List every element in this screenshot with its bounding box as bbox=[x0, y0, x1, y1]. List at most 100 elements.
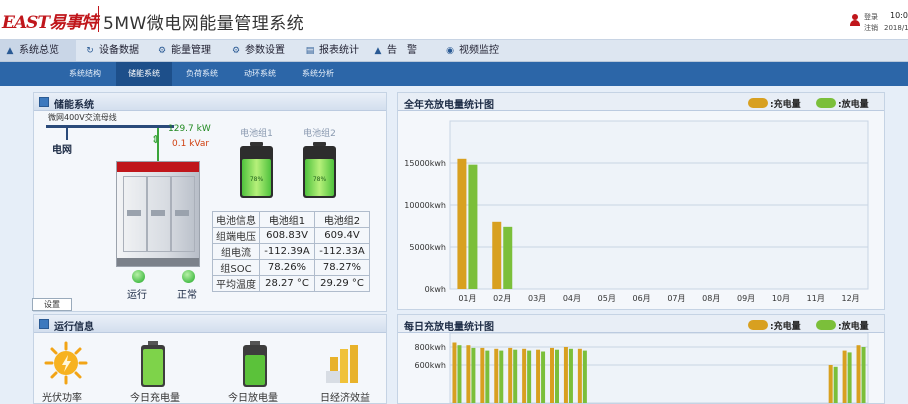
menu-energy-management[interactable]: ⚙ 能量管理 bbox=[152, 40, 228, 61]
home-icon: ▲ bbox=[6, 46, 14, 56]
table-cell: 609.4V bbox=[314, 227, 370, 244]
subnav-system-structure[interactable]: 系统结构 bbox=[56, 62, 114, 86]
menu-parameter-settings[interactable]: ⚙ 参数设置 bbox=[226, 40, 306, 61]
today-discharge-label: 今日放电量 bbox=[228, 393, 278, 404]
subnav-environment-system[interactable]: 动环系统 bbox=[232, 62, 288, 86]
bar-discharge bbox=[541, 351, 546, 403]
bar-discharge bbox=[471, 347, 476, 403]
x-tick-label: 12月 bbox=[841, 294, 859, 303]
table-cell: 608.83V bbox=[259, 227, 315, 244]
battery-icon bbox=[141, 341, 165, 387]
bar-charge bbox=[494, 348, 499, 403]
x-tick-label: 04月 bbox=[563, 294, 581, 303]
bar-discharge bbox=[833, 366, 838, 403]
table-row: 组端电压 608.83V 609.4V bbox=[212, 227, 370, 244]
bar-discharge bbox=[555, 349, 559, 403]
battery-name: 电池组1 bbox=[240, 129, 273, 139]
table-cell: 组端电压 bbox=[212, 227, 260, 244]
bar-charge bbox=[856, 345, 861, 403]
daily-chart-panel: 每日充放电量统计图 :充电量 :放电量 600kwh 800kwh bbox=[397, 314, 885, 404]
table-cell: -112.39A bbox=[259, 243, 315, 260]
title-bar: EAST易事特 5MW微电网能量管理系统 登录 注销 10:0 2018/1 bbox=[0, 0, 908, 40]
subnav-system-analysis[interactable]: 系统分析 bbox=[290, 62, 346, 86]
bar-discharge bbox=[568, 348, 573, 403]
table-cell: 78.27% bbox=[314, 259, 370, 276]
alarm-icon: ▲ bbox=[374, 46, 382, 56]
bar-charge bbox=[457, 158, 467, 289]
pv-power-label: 光伏功率 bbox=[42, 393, 82, 404]
bar-discharge bbox=[503, 226, 513, 289]
bar-charge bbox=[536, 349, 541, 403]
x-tick-label: 10月 bbox=[772, 294, 790, 303]
table-row: 平均温度 28.27 °C 29.29 °C bbox=[212, 275, 370, 292]
battery-percent: 78% bbox=[312, 176, 327, 183]
plot-area bbox=[449, 333, 869, 403]
table-cell: 28.27 °C bbox=[259, 275, 315, 292]
x-tick-label: 03月 bbox=[528, 294, 546, 303]
bar-charge bbox=[563, 347, 568, 403]
y-tick-label: 5000kwh bbox=[409, 243, 446, 252]
app-title: 5MW微电网能量管理系统 bbox=[103, 14, 305, 34]
pcs-cabinet-image bbox=[116, 161, 200, 267]
battery-group-1: 电池组1 78% bbox=[240, 129, 273, 198]
y-tick-label: 10000kwh bbox=[404, 201, 446, 210]
chart-title: 全年充放电量统计图 bbox=[404, 100, 494, 111]
battery-percent: 78% bbox=[249, 176, 264, 183]
login-link[interactable]: 登录 bbox=[864, 12, 878, 22]
menu-video-monitoring[interactable]: ◉ 视频监控 bbox=[440, 40, 520, 61]
x-tick-label: 02月 bbox=[493, 294, 511, 303]
legend-discharge: :放电量 bbox=[816, 97, 869, 110]
legend-charge: :充电量 bbox=[748, 97, 801, 110]
daily-benefit-label: 日经济效益 bbox=[320, 393, 370, 404]
x-tick-label: 05月 bbox=[598, 294, 616, 303]
table-header-cell: 电池组2 bbox=[314, 211, 370, 228]
annual-chart-panel: 全年充放电量统计图 :充电量 :放电量 0kwh 5000kwh 10000kwh 1… bbox=[397, 92, 885, 310]
run-info-panel: 运行信息 光伏功率 今日充电量 今日放电量 日经济效益 bbox=[33, 314, 387, 404]
clock-time: 10:0 bbox=[890, 11, 908, 20]
running-status-led bbox=[132, 270, 145, 283]
chart-title: 每日充放电量统计图 bbox=[404, 322, 494, 333]
bar-discharge bbox=[468, 164, 478, 289]
bar-charge bbox=[492, 221, 502, 289]
grid-connection-line bbox=[66, 128, 68, 140]
logo-divider bbox=[98, 6, 99, 32]
table-cell: -112.33A bbox=[314, 243, 370, 260]
battery-icon bbox=[243, 341, 267, 387]
bar-charge bbox=[480, 347, 485, 403]
logout-link[interactable]: 注销 bbox=[864, 23, 878, 33]
table-row: 组电流 -112.39A -112.33A bbox=[212, 243, 370, 260]
bar-charge bbox=[522, 348, 527, 403]
subnav-load-system[interactable]: 负荷系统 bbox=[174, 62, 230, 86]
panel-icon bbox=[39, 319, 49, 329]
menu-alarm[interactable]: ▲ 告 警 bbox=[368, 40, 428, 61]
y-tick-label: 0kwh bbox=[425, 285, 446, 294]
bar-charge bbox=[577, 348, 582, 403]
main-menu: ▲ 系统总览 ↻ 设备数据 ⚙ 能量管理 ⚙ 参数设置 ▤ 报表统计 ▲ 告 警 ◉ 视频监控 bbox=[0, 40, 908, 62]
battery-info-table: 电池信息 电池组1 电池组2 组端电压 608.83V 609.4V 组电流 -… bbox=[212, 211, 370, 292]
active-power-value: 129.7 kW bbox=[168, 124, 211, 134]
sub-navigation: 系统结构 储能系统 负荷系统 动环系统 系统分析 bbox=[0, 62, 908, 86]
daily-chart: 600kwh 800kwh bbox=[414, 333, 869, 403]
normal-status-label: 正常 bbox=[177, 290, 197, 301]
busbar-label: 微网400V交流母线 bbox=[48, 113, 117, 122]
settings-button[interactable]: 设置 bbox=[32, 298, 72, 311]
table-cell: 29.29 °C bbox=[314, 275, 370, 292]
bar-discharge bbox=[527, 350, 532, 403]
x-tick-label: 06月 bbox=[632, 294, 650, 303]
y-tick-label: 15000kwh bbox=[404, 159, 446, 168]
flow-icon: ⚙ bbox=[157, 46, 167, 56]
today-charge-label: 今日充电量 bbox=[130, 393, 180, 404]
menu-overview[interactable]: ▲ 系统总览 bbox=[0, 40, 76, 61]
x-tick-label: 09月 bbox=[737, 294, 755, 303]
legend-discharge: :放电量 bbox=[816, 319, 869, 332]
table-header-cell: 电池组1 bbox=[259, 211, 315, 228]
bar-charge bbox=[550, 347, 554, 403]
x-tick-label: 01月 bbox=[458, 294, 476, 303]
camera-icon: ◉ bbox=[446, 46, 454, 56]
sun-icon bbox=[44, 341, 88, 385]
normal-status-led bbox=[182, 270, 195, 283]
menu-device-data[interactable]: ↻ 设备数据 bbox=[80, 40, 156, 61]
bar-discharge bbox=[457, 345, 462, 403]
battery-group-2: 电池组2 78% bbox=[303, 129, 336, 198]
subnav-storage-system[interactable]: 储能系统 bbox=[116, 62, 172, 86]
